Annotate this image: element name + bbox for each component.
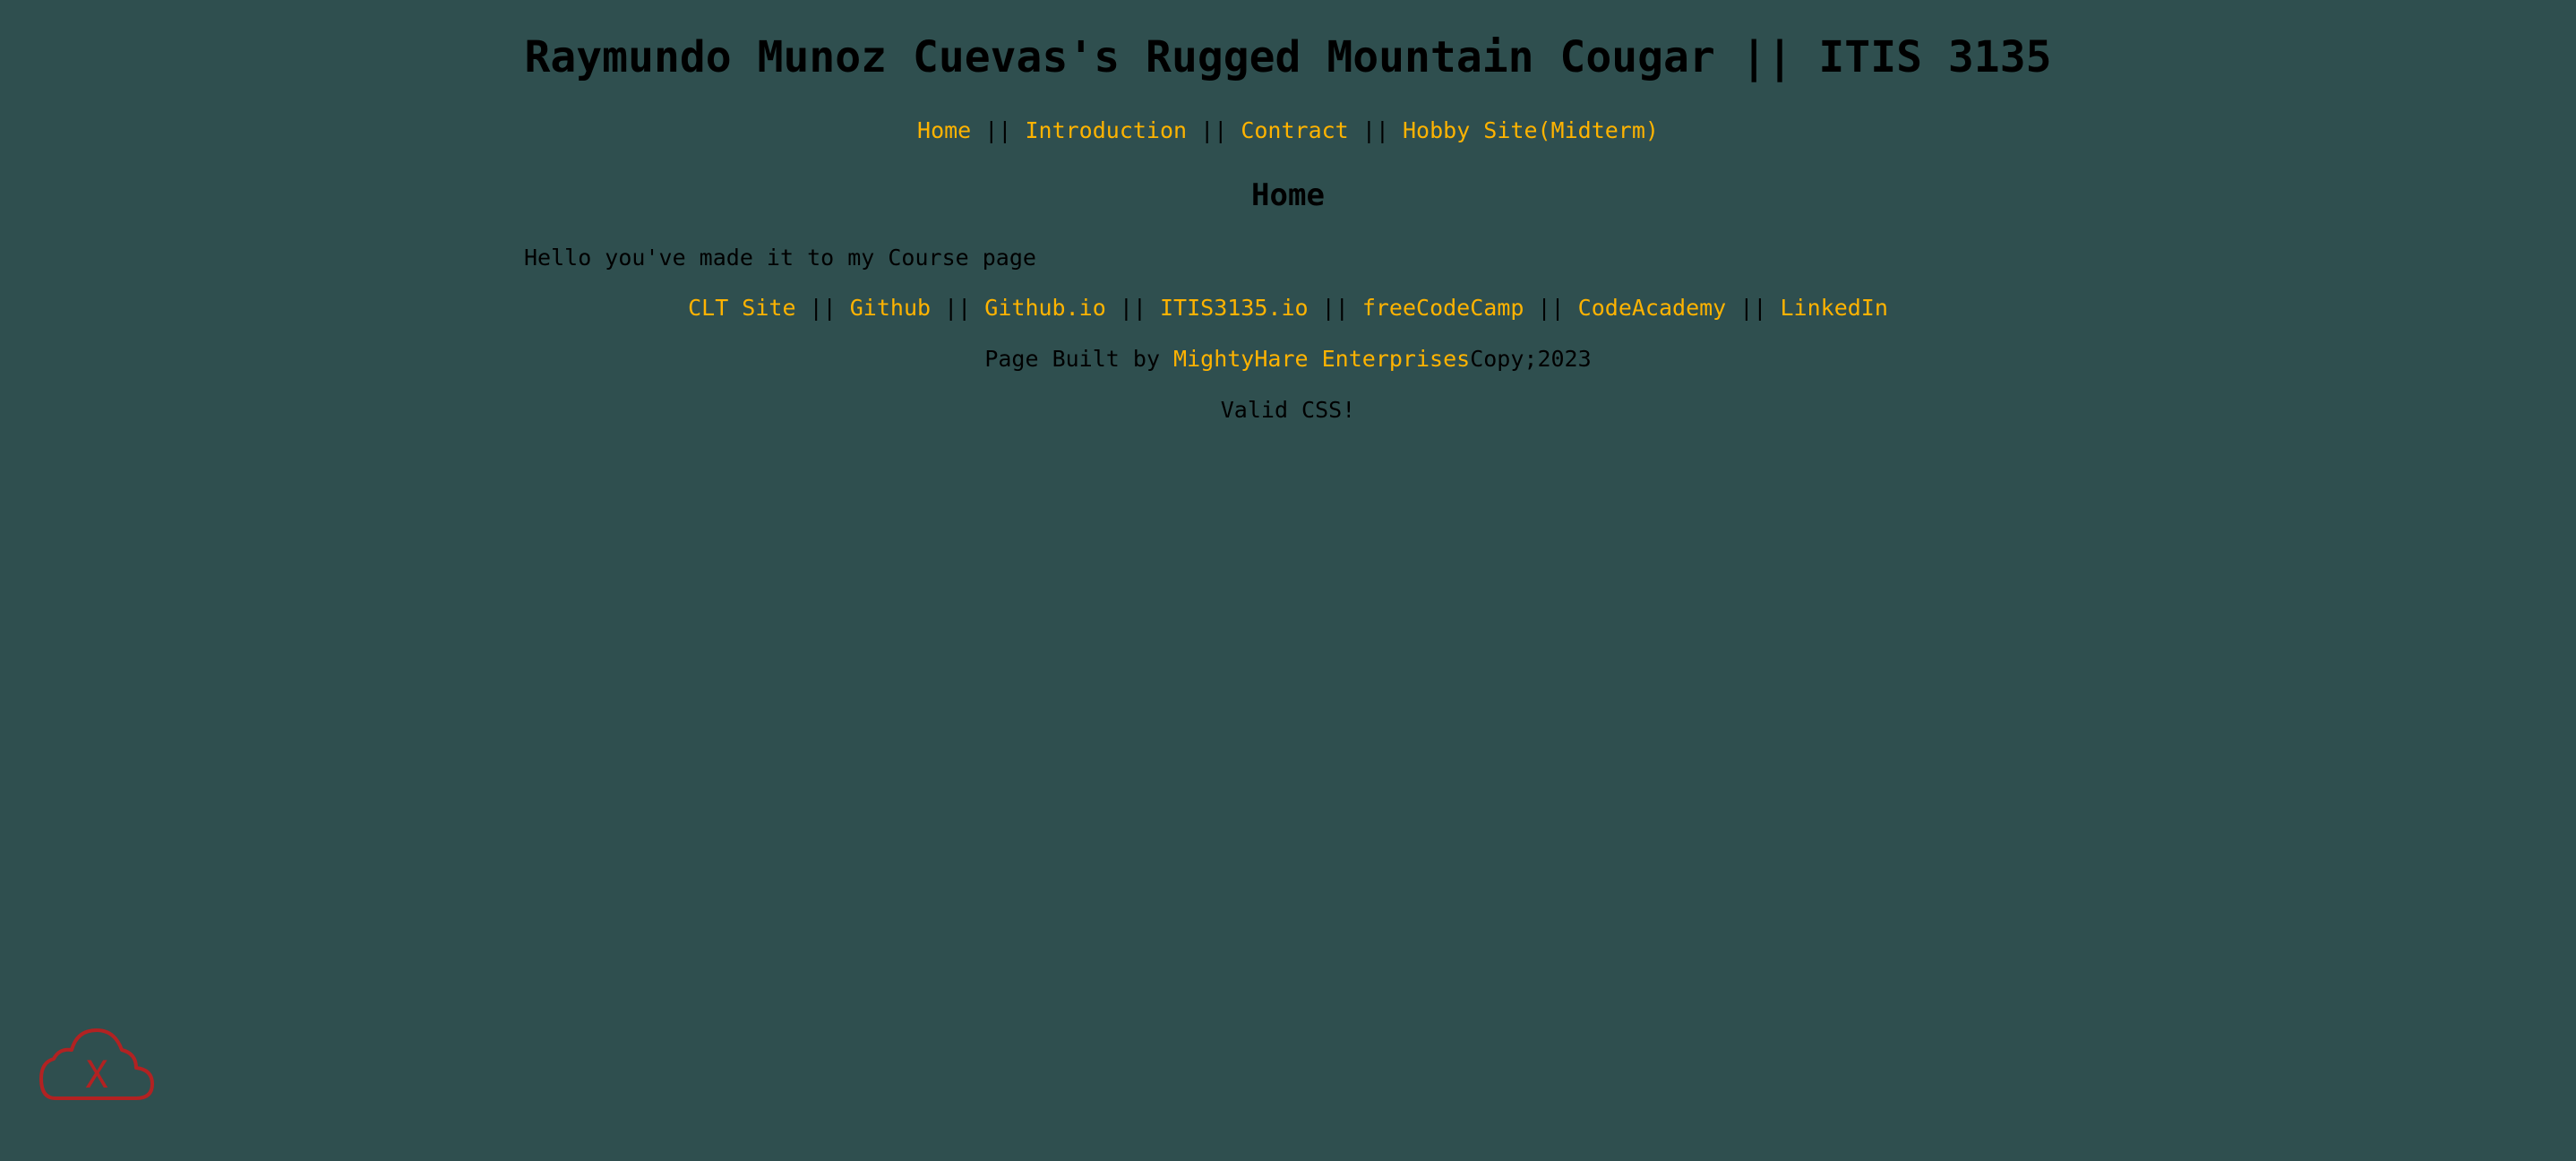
- built-by-prefix: Page Built by: [984, 346, 1174, 372]
- external-links: CLT Site || Github || Github.io || ITIS3…: [0, 290, 2576, 326]
- link-linkedin[interactable]: LinkedIn: [1780, 295, 1887, 321]
- nav-separator: ||: [1200, 117, 1228, 143]
- valid-css-text: Valid CSS!: [1220, 397, 1356, 423]
- cloud-x-icon[interactable]: X: [38, 1027, 156, 1102]
- site-title: Raymundo Munoz Cuevas's Rugged Mountain …: [524, 32, 2052, 82]
- nav-link-contract[interactable]: Contract: [1241, 117, 1348, 143]
- nav-link-home[interactable]: Home: [917, 117, 971, 143]
- cloud-x-graphic: X: [39, 1028, 154, 1100]
- link-github[interactable]: Github: [850, 295, 931, 321]
- link-separator: ||: [944, 295, 972, 321]
- link-github-io[interactable]: Github.io: [984, 295, 1105, 321]
- link-separator: ||: [1119, 295, 1146, 321]
- link-freecodecamp[interactable]: freeCodeCamp: [1362, 295, 1524, 321]
- nav-separator: ||: [984, 117, 1012, 143]
- copyright-text: Copy;2023: [1470, 346, 1592, 372]
- link-separator: ||: [1537, 295, 1565, 321]
- nav-separator: ||: [1361, 117, 1389, 143]
- link-codeacademy[interactable]: CodeAcademy: [1578, 295, 1727, 321]
- page-heading: Home: [1251, 177, 1325, 213]
- nav-link-hobby-site[interactable]: Hobby Site(Midterm): [1403, 117, 1659, 143]
- page: Raymundo Munoz Cuevas's Rugged Mountain …: [0, 0, 2576, 1161]
- main-nav: Home || Introduction || Contract || Hobb…: [0, 113, 2576, 149]
- link-mightyhare-enterprises[interactable]: MightyHare Enterprises: [1173, 346, 1470, 372]
- cloud-x-letter: X: [85, 1053, 107, 1096]
- nav-link-introduction[interactable]: Introduction: [1025, 117, 1187, 143]
- link-itis3135-io[interactable]: ITIS3135.io: [1160, 295, 1309, 321]
- link-clt-site[interactable]: CLT Site: [688, 295, 795, 321]
- built-by-line: Page Built by MightyHare EnterprisesCopy…: [0, 341, 2576, 377]
- link-separator: ||: [809, 295, 837, 321]
- link-separator: ||: [1321, 295, 1349, 321]
- link-separator: ||: [1739, 295, 1767, 321]
- intro-text: Hello you've made it to my Course page: [524, 245, 1036, 271]
